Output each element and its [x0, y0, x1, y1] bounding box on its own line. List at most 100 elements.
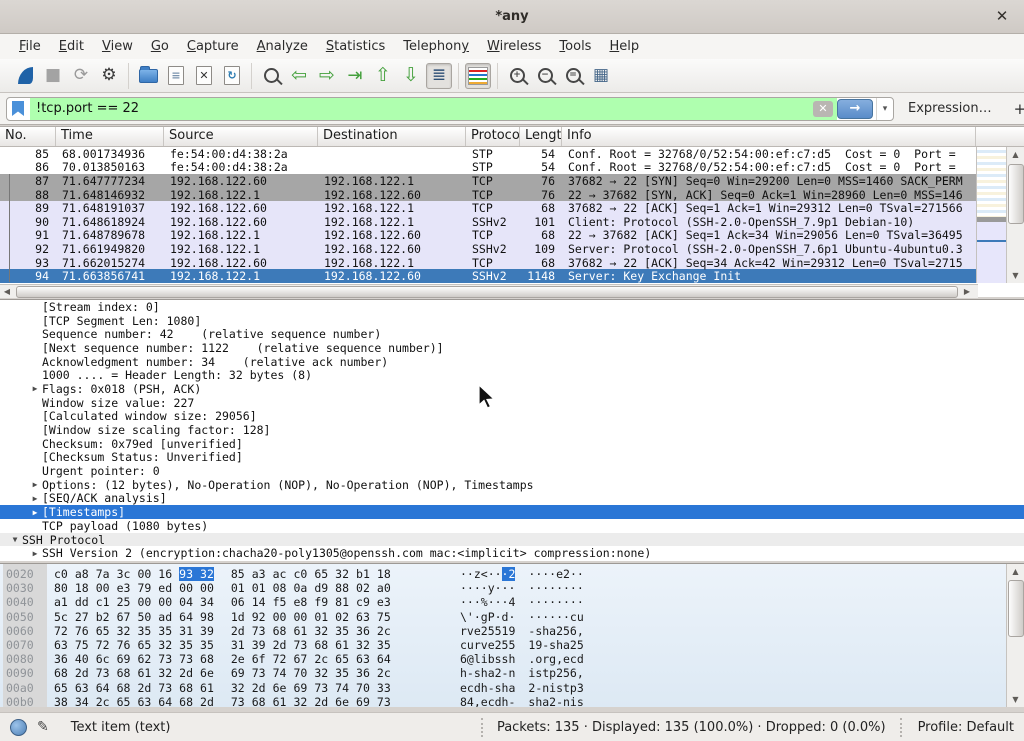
go-last-packet-icon[interactable]: ⇩ [398, 63, 424, 89]
menu-capture[interactable]: Capture [178, 36, 248, 57]
packet-row-86[interactable]: 8670.013850163fe:54:00:d4:38:2aSTP54Conf… [0, 161, 976, 175]
capture-options-icon[interactable]: ⚙ [96, 63, 122, 89]
menu-tools[interactable]: Tools [550, 36, 600, 57]
reload-file-icon[interactable]: ↻ [219, 63, 245, 89]
filter-clear-icon[interactable]: ✕ [813, 101, 833, 117]
detail-line[interactable]: ▶SSH Version 2 (encryption:chacha20-poly… [0, 546, 1024, 560]
auto-scroll-icon[interactable]: ≣ [426, 63, 452, 89]
expander-closed-icon[interactable]: ▶ [28, 480, 42, 489]
packet-bytes-vscrollbar[interactable]: ▲ ▼ [1006, 564, 1024, 707]
go-forward-icon[interactable]: ⇨ [314, 63, 340, 89]
menu-go[interactable]: Go [142, 36, 178, 57]
capture-comment-icon[interactable]: ✎ [37, 719, 49, 735]
hex-row-00a0[interactable]: 00a0656364682d736861322d6e6973747033ecdh… [0, 681, 1024, 695]
menu-statistics[interactable]: Statistics [317, 36, 394, 57]
menu-telephony[interactable]: Telephony [394, 36, 478, 57]
column-header-time[interactable]: Time [56, 127, 164, 146]
filter-input[interactable]: !tcp.port == 22 ✕ [30, 98, 837, 120]
detail-line[interactable]: 1000 .... = Header Length: 32 bytes (8) [0, 368, 1024, 382]
packet-row-89[interactable]: 8971.648191037192.168.122.60192.168.122.… [0, 201, 976, 215]
close-icon[interactable]: ✕ [992, 6, 1012, 26]
packet-row-85[interactable]: 8568.001734936fe:54:00:d4:38:2aSTP54Conf… [0, 147, 976, 161]
start-capture-icon[interactable] [12, 63, 38, 89]
menu-file[interactable]: File [10, 36, 50, 57]
expander-closed-icon[interactable]: ▶ [28, 494, 42, 503]
hex-row-0080[interactable]: 008036406c69627373682e6f72672c6563646@li… [0, 652, 1024, 666]
column-header-protocol[interactable]: Protocol [466, 127, 520, 146]
detail-line[interactable]: ▶Flags: 0x018 (PSH, ACK) [0, 382, 1024, 396]
filter-bookmark-icon[interactable] [12, 101, 24, 116]
detail-line[interactable]: ▶Options: (12 bytes), No-Operation (NOP)… [0, 478, 1024, 492]
colorize-packets-icon[interactable] [465, 63, 491, 89]
detail-line[interactable]: [TCP Segment Len: 1080] [0, 314, 1024, 328]
menu-analyze[interactable]: Analyze [248, 36, 317, 57]
expression-button[interactable]: Expression… [908, 101, 992, 116]
detail-line[interactable]: Acknowledgment number: 34 (relative ack … [0, 355, 1024, 369]
intelligent-scrollbar[interactable] [976, 147, 1006, 283]
packet-row-92[interactable]: 9271.661949820192.168.122.1192.168.122.6… [0, 242, 976, 256]
go-to-packet-icon[interactable]: ⇥ [342, 63, 368, 89]
menu-help[interactable]: Help [600, 36, 648, 57]
menu-view[interactable]: View [93, 36, 142, 57]
detail-line[interactable]: [Calculated window size: 29056] [0, 410, 1024, 424]
detail-line[interactable]: Window size value: 227 [0, 396, 1024, 410]
find-packet-icon[interactable] [258, 63, 284, 89]
expander-closed-icon[interactable]: ▶ [28, 508, 42, 517]
hex-row-0050[interactable]: 00505c27b26750ad64981d92000001026375\'·g… [0, 610, 1024, 624]
expander-closed-icon[interactable]: ▶ [28, 384, 42, 393]
zoom-in-icon[interactable]: + [504, 63, 530, 89]
detail-line[interactable]: Urgent pointer: 0 [0, 464, 1024, 478]
expert-info-icon[interactable] [10, 719, 27, 736]
save-file-icon[interactable]: ≡ [163, 63, 189, 89]
packet-row-88[interactable]: 8871.648146932192.168.122.1192.168.122.6… [0, 188, 976, 202]
detail-line[interactable]: ▶[Timestamps] [0, 505, 1024, 519]
display-filter-field[interactable]: !tcp.port == 22 ✕ → ▾ [6, 97, 894, 121]
filter-value: !tcp.port == 22 [30, 101, 139, 116]
column-header-no[interactable]: No. [0, 127, 56, 146]
detail-line[interactable]: [Checksum Status: Unverified] [0, 451, 1024, 465]
packet-list-hscrollbar[interactable]: ◀ ▶ [0, 284, 978, 298]
filter-dropdown-icon[interactable]: ▾ [876, 98, 893, 120]
go-first-packet-icon[interactable]: ⇧ [370, 63, 396, 89]
hex-row-0040[interactable]: 0040a1ddc125000004340614f5e8f981c9e3···%… [0, 595, 1024, 609]
close-file-icon[interactable]: ✕ [191, 63, 217, 89]
detail-line[interactable]: Checksum: 0x79ed [unverified] [0, 437, 1024, 451]
hex-row-00b0[interactable]: 00b038342c656364682d736861322d6e697384,e… [0, 695, 1024, 707]
packet-list-vscrollbar[interactable]: ▲ ▼ [1006, 147, 1024, 283]
packet-row-94[interactable]: 9471.663856741192.168.122.1192.168.122.6… [0, 269, 976, 283]
column-header-destination[interactable]: Destination [318, 127, 466, 146]
expander-open-icon[interactable]: ▼ [8, 535, 22, 544]
zoom-out-icon[interactable]: − [532, 63, 558, 89]
packet-row-91[interactable]: 9171.648789678192.168.122.1192.168.122.6… [0, 229, 976, 243]
column-header-info[interactable]: Info [562, 127, 976, 146]
detail-line[interactable]: [Next sequence number: 1122 (relative se… [0, 341, 1024, 355]
expander-closed-icon[interactable]: ▶ [28, 549, 42, 558]
hex-row-0090[interactable]: 0090682d736861322d6e697374703235362ch-sh… [0, 666, 1024, 680]
detail-line[interactable]: [Stream index: 0] [0, 300, 1024, 314]
restart-capture-icon[interactable]: ⟳ [68, 63, 94, 89]
status-profile[interactable]: Profile: Default [902, 720, 1014, 735]
detail-line[interactable]: Sequence number: 42 (relative sequence n… [0, 327, 1024, 341]
detail-line[interactable]: ▶[SEQ/ACK analysis] [0, 492, 1024, 506]
detail-line[interactable]: TCP payload (1080 bytes) [0, 519, 1024, 533]
filter-apply-icon[interactable]: → [837, 99, 873, 119]
menu-wireless[interactable]: Wireless [478, 36, 550, 57]
open-file-icon[interactable] [135, 63, 161, 89]
packet-row-93[interactable]: 9371.662015274192.168.122.60192.168.122.… [0, 256, 976, 270]
column-header-source[interactable]: Source [164, 127, 318, 146]
detail-line[interactable]: ▼SSH Protocol [0, 533, 1024, 547]
hex-row-0030[interactable]: 0030801800e379ed00000101080ad98802a0····… [0, 581, 1024, 595]
menu-edit[interactable]: Edit [50, 36, 93, 57]
column-header-length[interactable]: Length [520, 127, 562, 146]
detail-line[interactable]: [Window size scaling factor: 128] [0, 423, 1024, 437]
zoom-reset-icon[interactable]: = [560, 63, 586, 89]
go-back-icon[interactable]: ⇦ [286, 63, 312, 89]
packet-row-87[interactable]: 8771.647777234192.168.122.60192.168.122.… [0, 174, 976, 188]
hex-row-0060[interactable]: 006072766532353531392d7368613235362crve2… [0, 624, 1024, 638]
stop-capture-icon[interactable]: ■ [40, 63, 66, 89]
hex-row-0070[interactable]: 0070637572766532353531392d7368613235curv… [0, 638, 1024, 652]
packet-row-90[interactable]: 9071.648618924192.168.122.60192.168.122.… [0, 215, 976, 229]
add-filter-button[interactable]: + [1014, 100, 1024, 118]
resize-columns-icon[interactable]: ▦ [588, 63, 614, 89]
hex-row-0020[interactable]: 0020c0a87a3c0016933285a3acc06532b118··z<… [0, 567, 1024, 581]
